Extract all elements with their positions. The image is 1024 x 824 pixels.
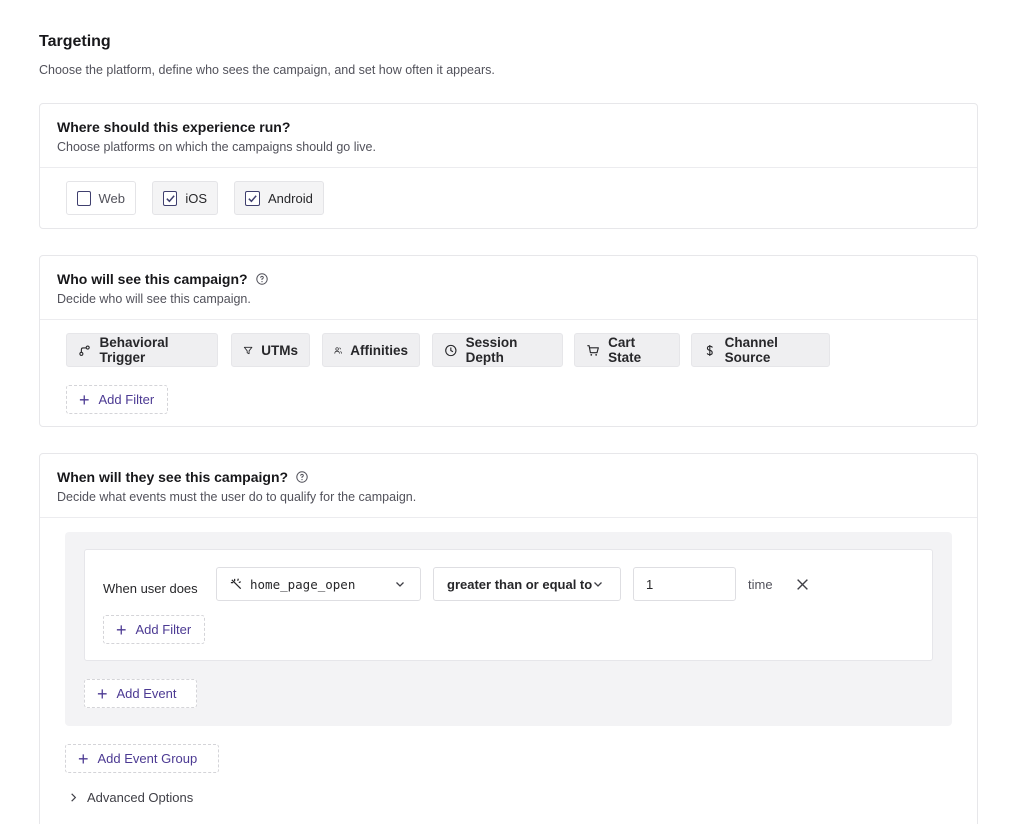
plus-icon: + bbox=[79, 389, 90, 410]
filter-chip-cart-state[interactable]: Cart State bbox=[574, 333, 680, 367]
event-add-filter-label: Add Filter bbox=[135, 622, 192, 637]
platform-option-label: iOS bbox=[185, 190, 207, 206]
platform-card-header: Where should this experience run? Choose… bbox=[40, 104, 977, 168]
filter-chip-label: Behavioral Trigger bbox=[99, 335, 169, 365]
chevron-down-icon bbox=[594, 582, 602, 587]
audience-card-title: Who will see this campaign? bbox=[57, 271, 960, 287]
chevron-right-icon bbox=[71, 793, 77, 802]
funnel-icon bbox=[243, 346, 253, 354]
platform-option-ios[interactable]: iOS bbox=[152, 181, 218, 215]
plus-icon: + bbox=[116, 619, 127, 640]
plus-icon: + bbox=[78, 748, 89, 769]
filter-chip-utms[interactable]: UTMs bbox=[231, 333, 310, 367]
platform-card-title: Where should this experience run? bbox=[57, 119, 291, 135]
filter-chip-label: Cart State bbox=[608, 335, 642, 365]
plus-icon: + bbox=[97, 683, 108, 704]
add-event-button[interactable]: + Add Event bbox=[84, 679, 197, 708]
timing-card-title: When will they see this campaign? bbox=[57, 469, 960, 485]
operator-select-value: greater than or equal to bbox=[447, 576, 593, 592]
close-icon[interactable] bbox=[796, 578, 809, 591]
add-event-group-label: Add Event Group bbox=[97, 751, 198, 766]
filter-chip-affinities[interactable]: Affinities bbox=[322, 333, 420, 367]
audience-card-header: Who will see this campaign? Decide who w… bbox=[40, 256, 977, 320]
cart-icon bbox=[587, 344, 599, 356]
checkbox-checked-icon[interactable] bbox=[163, 190, 178, 206]
add-event-label: Add Event bbox=[116, 686, 177, 701]
clock-icon bbox=[445, 344, 457, 356]
timing-card-description: Decide what events must the user do to q… bbox=[57, 490, 417, 504]
checkbox-unchecked-icon[interactable] bbox=[77, 190, 91, 206]
platform-option-label: Web bbox=[98, 190, 126, 206]
add-filter-button[interactable]: + Add Filter bbox=[66, 385, 168, 414]
page-subtitle: Choose the platform, define who sees the… bbox=[39, 63, 495, 77]
advanced-options-label: Advanced Options bbox=[87, 790, 194, 805]
platform-card-description: Choose platforms on which the campaigns … bbox=[57, 140, 376, 154]
help-circle-icon[interactable] bbox=[296, 471, 308, 483]
platform-option-label: Android bbox=[268, 190, 313, 206]
advanced-options-toggle[interactable]: Advanced Options bbox=[68, 790, 193, 805]
event-prefix-label: When user does bbox=[103, 581, 198, 596]
chevron-down-icon bbox=[396, 582, 404, 587]
filter-chip-label: Channel Source bbox=[724, 335, 778, 365]
audience-card-description: Decide who will see this campaign. bbox=[57, 292, 251, 306]
count-input[interactable]: 1 bbox=[633, 567, 736, 601]
count-input-value: 1 bbox=[646, 576, 654, 592]
checkbox-checked-icon[interactable] bbox=[245, 190, 260, 206]
event-select-value: home_page_open bbox=[250, 576, 356, 592]
filter-chip-label: UTMs bbox=[261, 342, 298, 358]
event-condition-row bbox=[84, 549, 933, 661]
page-title: Targeting bbox=[39, 33, 111, 50]
add-filter-label: Add Filter bbox=[98, 392, 155, 407]
users-icon bbox=[334, 346, 342, 354]
filter-chip-label: Affinities bbox=[350, 342, 408, 358]
platform-option-web[interactable]: Web bbox=[66, 181, 136, 215]
filter-chip-label: Session Depth bbox=[465, 335, 518, 365]
dollar-icon bbox=[706, 344, 713, 356]
behavioral-trigger-icon bbox=[79, 344, 90, 356]
timing-card-header: When will they see this campaign? Decide… bbox=[40, 454, 977, 518]
operator-select[interactable]: greater than or equal to bbox=[433, 567, 621, 601]
platform-option-android[interactable]: Android bbox=[234, 181, 324, 215]
add-event-group-button[interactable]: + Add Event Group bbox=[65, 744, 219, 773]
event-select[interactable]: home_page_open bbox=[216, 567, 421, 601]
help-circle-icon[interactable] bbox=[255, 273, 268, 285]
event-sparkle-icon bbox=[230, 577, 242, 589]
filter-chip-channel-source[interactable]: Channel Source bbox=[691, 333, 830, 367]
event-add-filter-button[interactable]: + Add Filter bbox=[103, 615, 205, 644]
filter-chip-behavioral-trigger[interactable]: Behavioral Trigger bbox=[66, 333, 218, 367]
filter-chip-session-depth[interactable]: Session Depth bbox=[432, 333, 563, 367]
count-unit-label: time bbox=[748, 577, 773, 592]
